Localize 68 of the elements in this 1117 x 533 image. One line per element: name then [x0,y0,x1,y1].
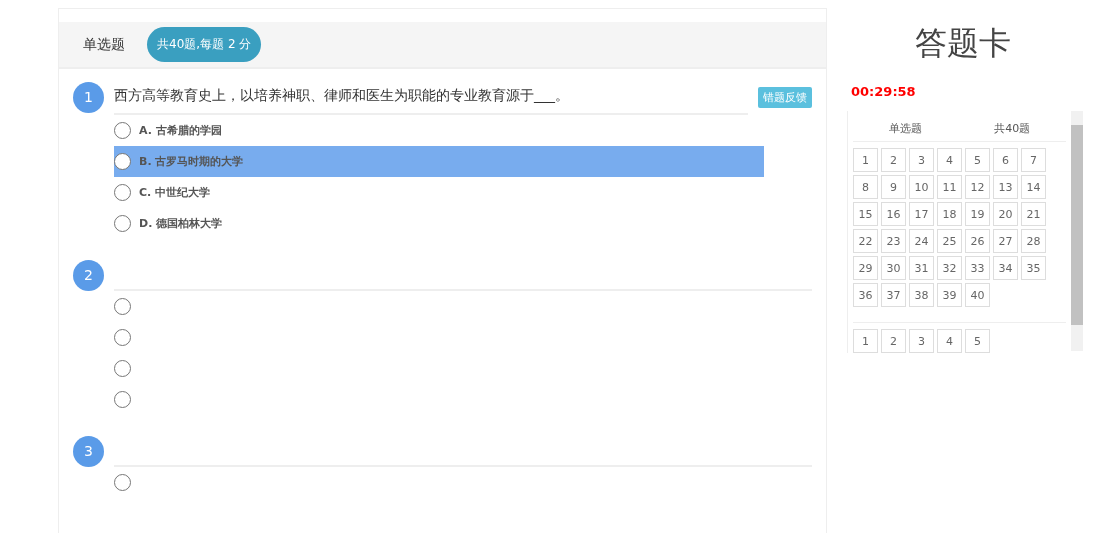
answer-option[interactable]: C. 中世纪大学 [114,177,764,208]
question-cell[interactable]: 20 [993,202,1018,226]
question-cell[interactable]: 5 [965,148,990,172]
radio-icon [114,391,131,408]
question-cell[interactable]: 24 [909,229,934,253]
question-cell[interactable]: 2 [881,148,906,172]
question-cell[interactable]: 6 [993,148,1018,172]
question-cell[interactable]: 29 [853,256,878,280]
question-cell[interactable]: 35 [1021,256,1046,280]
answer-option[interactable]: A. 古希腊的学园 [114,115,764,146]
question-cell[interactable]: 4 [937,148,962,172]
question-cell[interactable]: 14 [1021,175,1046,199]
question-cell[interactable]: 37 [881,283,906,307]
question-cell[interactable]: 28 [1021,229,1046,253]
question-cell[interactable]: 2 [881,329,906,353]
question-cell[interactable]: 31 [909,256,934,280]
question-cell[interactable]: 39 [937,283,962,307]
question-text: 西方高等教育史上，以培养神职、律师和医生为职能的专业教育源于___。 [114,79,748,115]
radio-icon [114,153,131,170]
question-count-badge: 共40题,每题 2 分 [147,27,262,62]
countdown-timer: 00:29:58 [851,84,917,99]
question-cell[interactable]: 34 [993,256,1018,280]
question-number: 3 [73,435,104,467]
question-cell[interactable]: 1 [853,148,878,172]
question-cell[interactable]: 26 [965,229,990,253]
question-cell[interactable]: 16 [881,202,906,226]
question-cell[interactable]: 32 [937,256,962,280]
group-name: 单选题 [889,121,923,136]
question-number: 1 [73,81,104,113]
question-cell[interactable]: 9 [881,175,906,199]
question-cell[interactable]: 11 [937,175,962,199]
group-count: 共40题 [994,121,1031,136]
question-cell[interactable]: 22 [853,229,878,253]
radio-icon [114,122,131,139]
question-cell[interactable]: 5 [965,329,990,353]
question-cell[interactable]: 10 [909,175,934,199]
question-cell[interactable]: 36 [853,283,878,307]
question-cell[interactable]: 12 [965,175,990,199]
question-cell[interactable]: 23 [881,229,906,253]
radio-icon [114,474,131,491]
question-cell[interactable]: 1 [853,329,878,353]
question-cell[interactable]: 19 [965,202,990,226]
question-cell[interactable]: 4 [937,329,962,353]
answer-option[interactable]: B. 古罗马时期的大学 [114,146,764,177]
question-cell[interactable]: 21 [1021,202,1046,226]
section-tab[interactable]: 单选题 [83,35,125,54]
answer-option[interactable]: D. 德国柏林大学 [114,208,764,239]
question-cell[interactable]: 40 [965,283,990,307]
question-cell[interactable]: 17 [909,202,934,226]
question-cell[interactable]: 3 [909,148,934,172]
question-cell[interactable]: 18 [937,202,962,226]
question-cell[interactable]: 27 [993,229,1018,253]
question-cell[interactable]: 15 [853,202,878,226]
radio-icon [114,215,131,232]
question-cell[interactable]: 25 [937,229,962,253]
radio-icon [114,360,131,377]
question-cell[interactable]: 3 [909,329,934,353]
question-number: 2 [73,259,104,291]
radio-icon [114,329,131,346]
question-cell[interactable]: 33 [965,256,990,280]
answer-card-title: 答题卡 [914,23,1012,64]
question-cell[interactable]: 7 [1021,148,1046,172]
radio-icon [114,298,131,315]
radio-icon [114,184,131,201]
question-cell[interactable]: 13 [993,175,1018,199]
question-cell[interactable]: 38 [909,283,934,307]
question-cell[interactable]: 30 [881,256,906,280]
question-cell[interactable]: 8 [853,175,878,199]
